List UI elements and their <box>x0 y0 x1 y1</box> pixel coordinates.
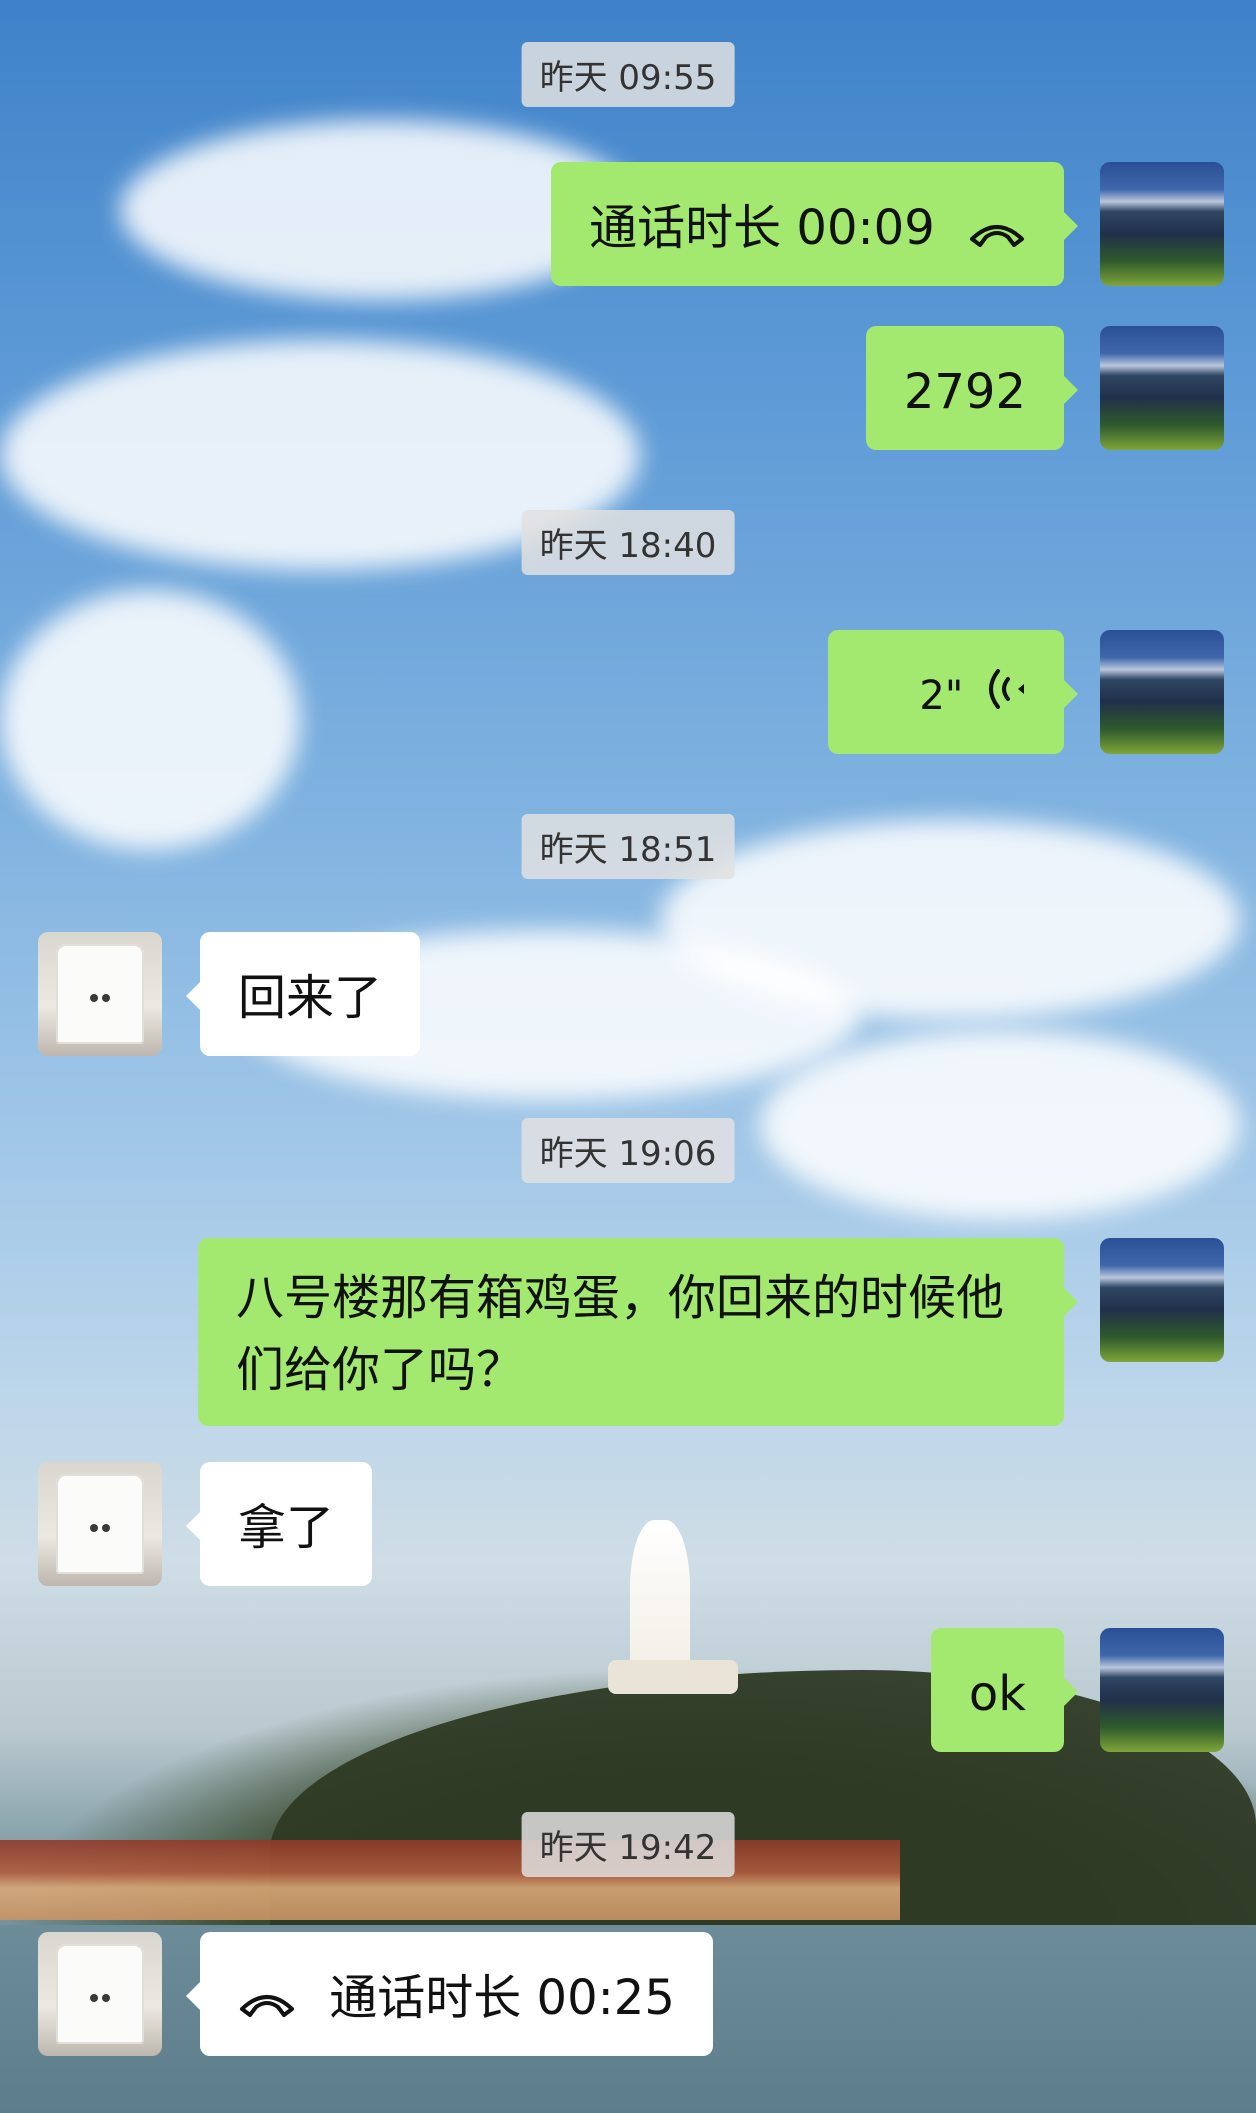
timestamp: 昨天 09:55 <box>521 42 735 107</box>
my-avatar[interactable] <box>1100 162 1224 286</box>
message-bubble-call[interactable]: 通话时长 00:09 <box>551 162 1078 286</box>
message-bubble-call[interactable]: 通话时长 00:25 <box>186 1932 713 2056</box>
message-bubble-text[interactable]: ok <box>930 1628 1079 1752</box>
message-text: 2792 <box>903 364 1026 420</box>
stool-image <box>56 1944 144 2044</box>
message-text: ok <box>968 1666 1026 1722</box>
message-bubble-text[interactable]: 八号楼那有箱鸡蛋，你回来的时候他们给你了吗？ <box>198 1238 1078 1426</box>
stool-image <box>56 944 144 1044</box>
phone-hangup-icon <box>968 197 1026 265</box>
stool-image <box>56 1474 144 1574</box>
background-cloud <box>760 1030 1240 1220</box>
timestamp: 昨天 19:42 <box>521 1812 735 1877</box>
background-palace <box>0 1840 900 1920</box>
my-avatar[interactable] <box>1100 1238 1224 1362</box>
message-text: 回来了 <box>238 970 383 1026</box>
timestamp: 昨天 18:40 <box>521 510 735 575</box>
call-duration-text: 通话时长 00:25 <box>329 1970 675 2026</box>
phone-hangup-icon <box>238 1967 296 2035</box>
my-avatar[interactable] <box>1100 326 1224 450</box>
timestamp: 昨天 18:51 <box>521 814 735 879</box>
timestamp: 昨天 19:06 <box>521 1118 735 1183</box>
background-cloud <box>0 590 300 850</box>
voice-duration-text: 2" <box>919 673 964 719</box>
contact-avatar[interactable] <box>38 1462 162 1586</box>
message-bubble-text[interactable]: 拿了 <box>185 1462 373 1586</box>
message-bubble-text[interactable]: 回来了 <box>185 932 421 1056</box>
voice-wave-icon <box>986 664 1026 732</box>
contact-avatar[interactable] <box>38 932 162 1056</box>
background-pagoda-base <box>608 1660 738 1694</box>
message-bubble-voice[interactable]: 2" <box>828 630 1078 754</box>
my-avatar[interactable] <box>1100 630 1224 754</box>
my-avatar[interactable] <box>1100 1628 1224 1752</box>
call-duration-text: 通话时长 00:09 <box>589 200 935 256</box>
contact-avatar[interactable] <box>38 1932 162 2056</box>
message-text: 八号楼那有箱鸡蛋，你回来的时候他们给你了吗？ <box>236 1270 1005 1398</box>
message-text: 拿了 <box>238 1500 335 1556</box>
message-bubble-text[interactable]: 2792 <box>865 326 1079 450</box>
